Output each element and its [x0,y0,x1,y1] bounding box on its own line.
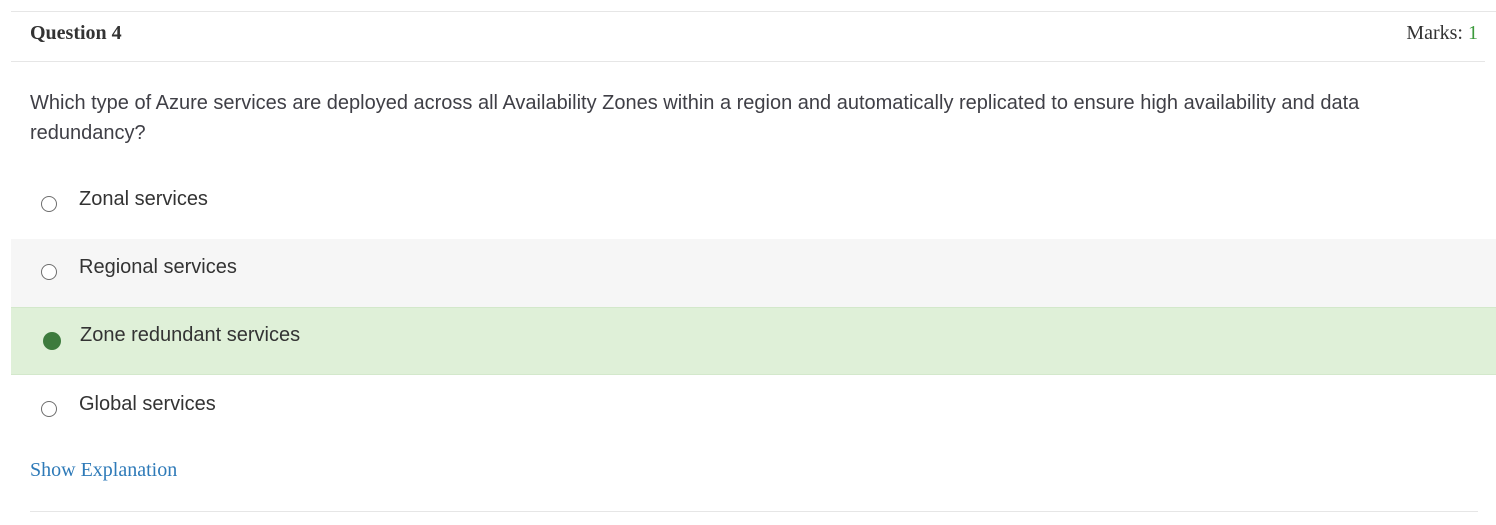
option-zonal-services[interactable]: Zonal services [11,171,1496,239]
option-regional-services[interactable]: Regional services [11,239,1496,307]
option-label: Regional services [79,256,237,278]
option-zone-redundant-services[interactable]: Zone redundant services [11,307,1496,375]
radio-unchecked-icon[interactable] [41,264,57,280]
radio-unchecked-icon[interactable] [41,401,57,417]
option-label: Zonal services [79,188,208,210]
option-label: Zone redundant services [80,324,301,346]
radio-checked-icon[interactable] [43,332,61,350]
question-title: Question 4 [30,22,122,44]
question-header: Question 4 Marks: 1 [11,12,1485,62]
bottom-divider [30,511,1478,512]
marks-display: Marks: 1 [1406,22,1478,45]
show-explanation-link[interactable]: Show Explanation [30,459,177,482]
marks-value: 1 [1468,22,1478,44]
option-global-services[interactable]: Global services [11,376,1496,444]
marks-label: Marks: [1406,22,1468,44]
option-label: Global services [79,393,216,415]
question-text: Which type of Azure services are deploye… [30,92,1360,144]
radio-unchecked-icon[interactable] [41,196,57,212]
